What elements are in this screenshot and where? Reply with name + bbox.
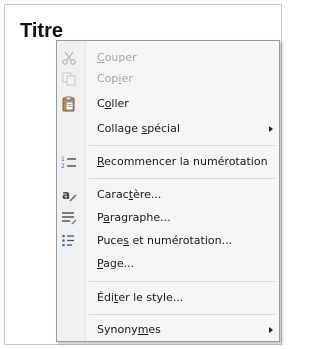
menu-item-cut[interactable]: Couper <box>57 47 279 69</box>
paste-icon <box>61 96 77 112</box>
restart-numbering-icon: 12 <box>61 154 77 170</box>
menu-item-paste-special[interactable]: Collage spécial <box>57 118 279 140</box>
menu-item-label: Éditer le style... <box>97 291 184 304</box>
menu-item-page[interactable]: Page... <box>57 253 279 275</box>
menu-item-label: Synonymes <box>97 323 161 336</box>
menu-item-label: Couper <box>97 51 137 64</box>
svg-text:1: 1 <box>61 156 65 163</box>
copy-icon <box>61 71 77 87</box>
menu-item-label: Coller <box>97 97 129 110</box>
document-heading[interactable]: Titre <box>20 21 63 41</box>
menu-item-character[interactable]: a Caractère... <box>57 184 279 206</box>
menu-separator <box>89 145 275 146</box>
menu-item-label: Collage spécial <box>97 122 180 135</box>
bullets-numbering-icon <box>61 233 77 249</box>
menu-item-label: Copier <box>97 72 133 85</box>
menu-separator <box>89 314 275 315</box>
submenu-arrow-icon <box>269 126 273 132</box>
context-menu: Couper Copier Coller Collage spécial 12 … <box>56 40 280 342</box>
menu-item-label: Paragraphe... <box>97 211 171 224</box>
menu-item-label: Page... <box>97 257 135 270</box>
menu-separator <box>89 178 275 179</box>
menu-item-restart-numbering[interactable]: 12 Recommencer la numérotation <box>57 151 279 173</box>
scissors-icon <box>61 50 77 66</box>
paragraph-icon <box>61 210 77 226</box>
menu-item-label: Puces et numérotation... <box>97 234 233 247</box>
menu-item-label: Caractère... <box>97 188 162 201</box>
submenu-arrow-icon <box>269 327 273 333</box>
menu-item-label: Recommencer la numérotation <box>97 155 268 168</box>
menu-item-copy[interactable]: Copier <box>57 68 279 90</box>
svg-text:a: a <box>62 188 70 202</box>
menu-item-synonyms[interactable]: Synonymes <box>57 319 279 341</box>
menu-item-edit-style[interactable]: Éditer le style... <box>57 287 279 309</box>
menu-item-paste[interactable]: Coller <box>57 93 279 115</box>
menu-item-paragraph[interactable]: Paragraphe... <box>57 207 279 229</box>
menu-separator <box>89 281 275 282</box>
svg-text:2: 2 <box>61 163 65 170</box>
character-icon: a <box>61 187 77 203</box>
menu-item-bullets-numbering[interactable]: Puces et numérotation... <box>57 230 279 252</box>
